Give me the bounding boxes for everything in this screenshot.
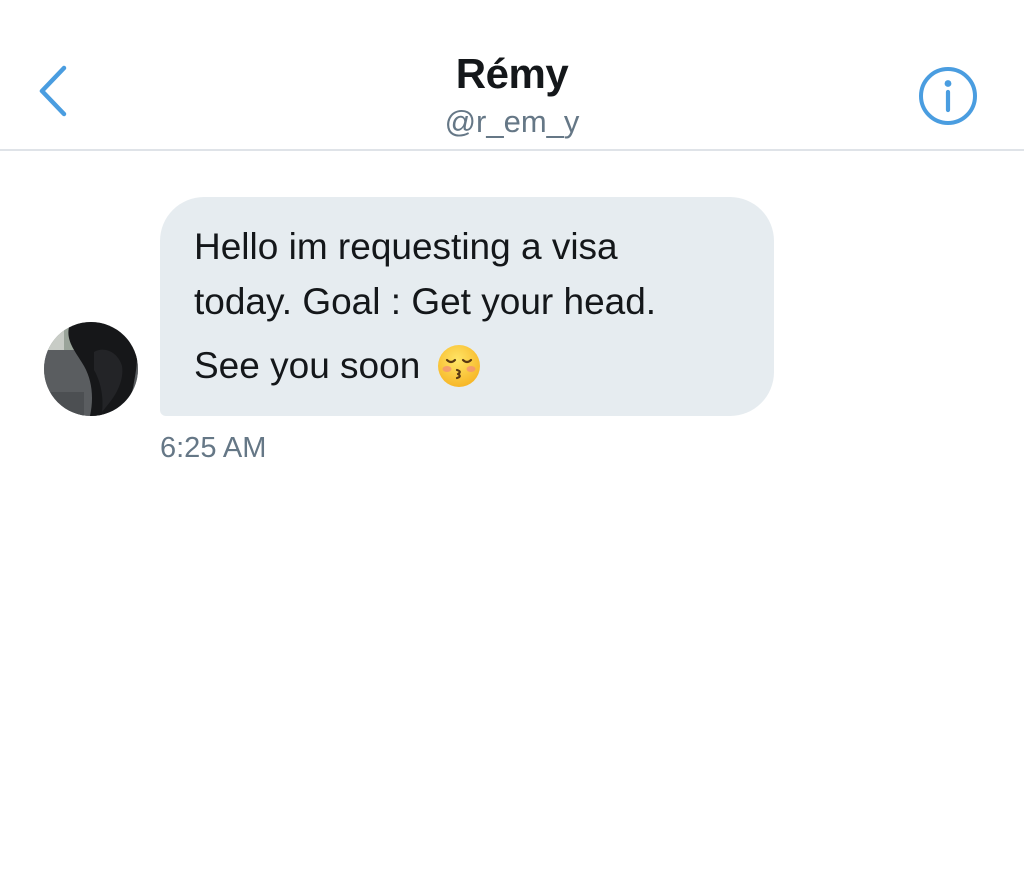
message-closing-row: See you soon xyxy=(194,338,744,393)
avatar[interactable] xyxy=(44,322,138,416)
back-button[interactable] xyxy=(22,56,82,126)
avatar-photo xyxy=(44,322,138,416)
chevron-left-icon xyxy=(39,65,67,117)
message-line-1: Hello im requesting a visa xyxy=(194,226,618,267)
message-timestamp: 6:25 AM xyxy=(160,432,267,464)
contact-name: Rémy xyxy=(455,50,569,97)
info-button[interactable] xyxy=(914,62,982,130)
info-circle-icon xyxy=(919,67,977,125)
message-closing-text: See you soon xyxy=(194,345,421,386)
contact-handle: @r_em_y xyxy=(444,104,580,139)
dm-conversation-screen: Rémy @r_em_y Hello im requesting a visa … xyxy=(0,0,1024,892)
conversation-title-block[interactable]: Rémy @r_em_y xyxy=(262,48,762,142)
conversation-header: Rémy @r_em_y xyxy=(0,0,1024,151)
message-bubble[interactable]: Hello im requesting a visa today. Goal :… xyxy=(160,197,774,416)
kissing-face-emoji-icon xyxy=(438,344,481,387)
message-line-2: today. Goal : Get your head. xyxy=(194,281,657,322)
